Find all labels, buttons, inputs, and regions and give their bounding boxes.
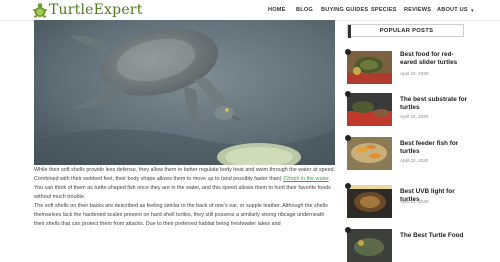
post-bullet [345, 49, 351, 55]
uvb-light-photo-icon [347, 185, 392, 218]
post-bullet [345, 183, 351, 189]
post-thumbnail[interactable] [347, 229, 392, 262]
post-date: April 22, 2020 [400, 158, 429, 163]
article-body: While their soft shells provide less def… [34, 166, 336, 229]
substrate-photo-icon [347, 93, 392, 126]
chevron-down-icon[interactable]: ▾ [471, 8, 474, 14]
article-paragraph: While their soft shells provide less def… [34, 166, 336, 202]
post-date: April 22, 2020 [400, 71, 429, 76]
nav-about-us[interactable]: ABOUT US [437, 5, 468, 15]
red-eared-slider-photo-icon [347, 51, 392, 84]
post-bullet [345, 135, 351, 141]
post-title[interactable]: The best substrate for turtles [400, 96, 468, 112]
post-bullet [345, 227, 351, 233]
site-header: TurtleExpert HOME BLOG BUYING GUIDES SPE… [0, 0, 500, 20]
post-date: April 22, 2020 [400, 199, 429, 204]
nav-buying-guides[interactable]: BUYING GUIDES [321, 5, 368, 15]
turtle-swimming-photo-icon [34, 20, 335, 165]
speed-link[interactable]: 22mph in the water [283, 176, 329, 182]
popular-posts-title: POPULAR POSTS [379, 28, 434, 34]
nav-home[interactable]: HOME [268, 5, 286, 15]
nav-reviews[interactable]: REVIEWS [404, 5, 431, 15]
article-hero-image [34, 20, 335, 165]
post-title[interactable]: The Best Turtle Food [400, 232, 468, 240]
nav-species[interactable]: SPECIES [371, 5, 397, 15]
post-title[interactable]: Best food for red-eared slider turtles [400, 51, 468, 67]
feeder-fish-photo-icon [347, 137, 392, 170]
turtle-food-photo-icon [347, 229, 392, 262]
popular-posts-header: POPULAR POSTS [347, 24, 464, 38]
nav-blog[interactable]: BLOG [296, 5, 313, 15]
post-thumbnail[interactable] [347, 185, 392, 218]
post-thumbnail[interactable] [347, 93, 392, 126]
post-bullet [345, 91, 351, 97]
article-paragraph: The soft shells on their backs are descr… [34, 203, 328, 227]
post-title[interactable]: Best feeder fish for turtles [400, 140, 468, 156]
post-thumbnail[interactable] [347, 51, 392, 84]
main-nav: HOME BLOG BUYING GUIDES SPECIES REVIEWS … [0, 5, 500, 15]
post-date: April 22, 2020 [400, 114, 429, 119]
post-thumbnail[interactable] [347, 137, 392, 170]
